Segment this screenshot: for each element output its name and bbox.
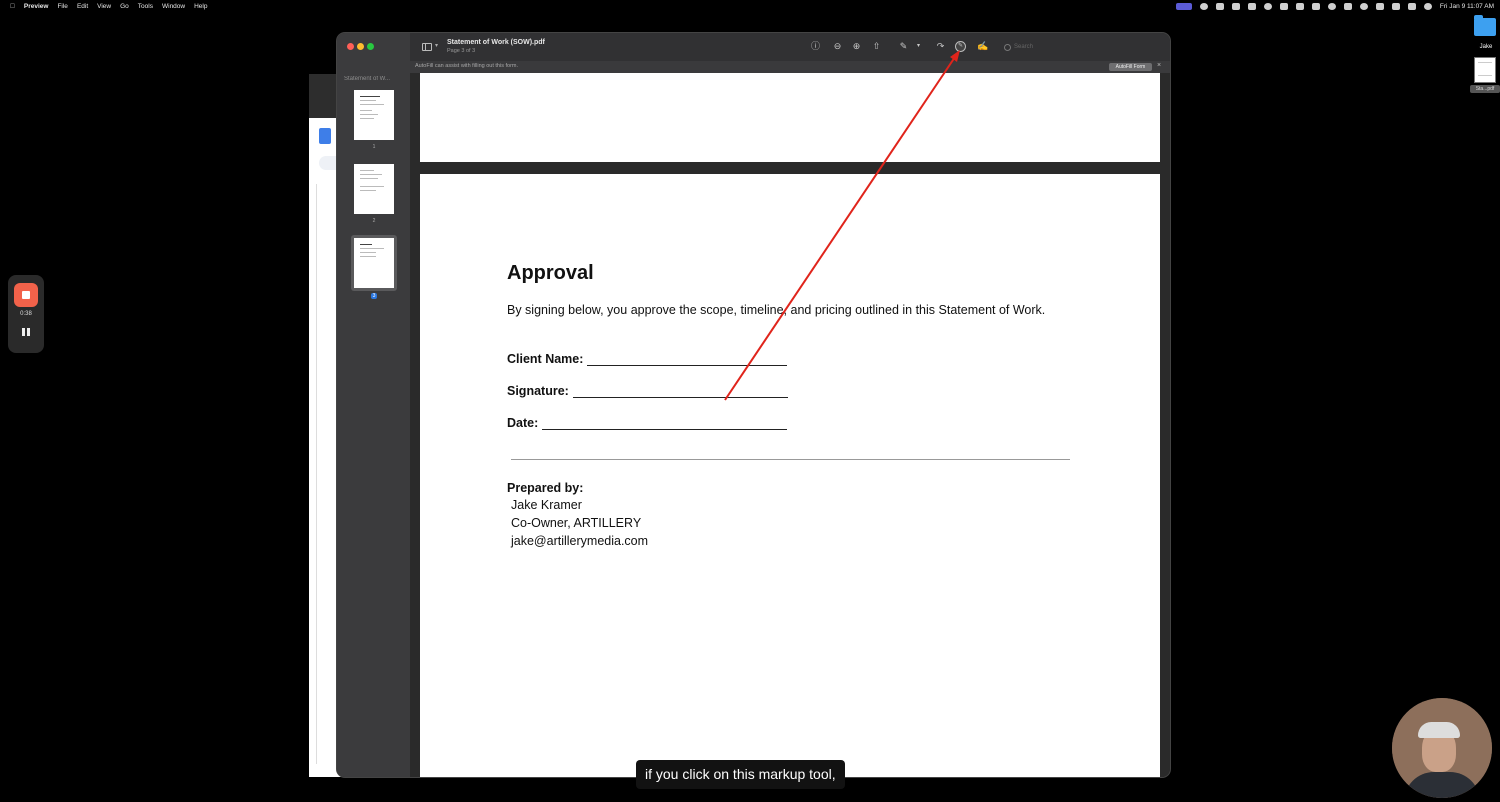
autofill-message: AutoFill can assist with filling out thi… (415, 63, 519, 69)
autofill-form-button[interactable]: AutoFill Form (1109, 63, 1152, 71)
info-icon[interactable]: ⓘ (810, 41, 821, 52)
recording-time: 0:38 (20, 311, 32, 317)
menu-window[interactable]: Window (162, 3, 185, 10)
zoom-out-icon[interactable]: ⊖ (832, 41, 843, 52)
date-field[interactable]: Date: (507, 416, 788, 430)
signature-line[interactable] (572, 385, 788, 398)
webcam-overlay (1392, 698, 1492, 798)
page-thumbnail-3[interactable] (354, 238, 394, 288)
wifi-icon[interactable] (1391, 2, 1400, 10)
chevron-down-icon[interactable]: ▾ (913, 41, 924, 52)
pen-icon[interactable]: ✎ (898, 41, 909, 52)
menu-file[interactable]: File (57, 3, 67, 10)
status-icon[interactable] (1215, 2, 1224, 10)
page-thumbnail-1[interactable] (354, 90, 394, 140)
menu-view[interactable]: View (97, 3, 111, 10)
screen-mirroring-icon[interactable] (1175, 2, 1192, 10)
thumbnail-sidebar: Statement of W... 1 2 3 (337, 33, 410, 777)
prepared-by-label: Prepared by: (507, 481, 584, 495)
menu-go[interactable]: Go (120, 3, 129, 10)
status-icon[interactable] (1199, 2, 1208, 10)
document-viewport[interactable]: Approval By signing below, you approve t… (410, 73, 1170, 777)
stop-recording-button[interactable] (14, 283, 38, 307)
client-name-field[interactable]: Client Name: (507, 352, 788, 366)
menu-edit[interactable]: Edit (77, 3, 88, 10)
status-icon[interactable] (1247, 2, 1256, 10)
date-line[interactable] (542, 417, 788, 430)
approval-paragraph: By signing below, you approve the scope,… (507, 303, 1046, 317)
client-name-line[interactable] (587, 353, 788, 366)
battery-icon[interactable] (1375, 2, 1384, 10)
menu-bar:  Preview File Edit View Go Tools Window… (0, 0, 1500, 12)
sidebar-title: Statement of W... (344, 76, 391, 82)
divider (511, 459, 1070, 460)
field-label: Date: (507, 416, 539, 430)
section-heading: Approval (507, 262, 594, 284)
page-indicator: Page 3 of 3 (447, 48, 476, 54)
document-title: Statement of Work (SOW).pdf (447, 39, 545, 46)
video-caption: if you click on this markup tool, (636, 760, 845, 789)
status-icon[interactable] (1295, 2, 1304, 10)
apple-menu-icon[interactable]:  (10, 3, 15, 10)
status-icon[interactable] (1231, 2, 1240, 10)
previous-page (420, 73, 1160, 162)
field-label: Signature: (507, 384, 569, 398)
siri-icon[interactable] (1423, 2, 1432, 10)
status-icon[interactable] (1327, 2, 1336, 10)
folder-icon[interactable] (1474, 15, 1496, 36)
thumbnail-number: 2 (372, 218, 376, 224)
ruler (309, 184, 317, 764)
signature-field[interactable]: Signature: (507, 384, 788, 398)
autofill-banner: AutoFill can assist with filling out thi… (410, 61, 1170, 73)
desktop-file-label: Sta...pdf (1470, 85, 1500, 93)
menu-tools[interactable]: Tools (138, 3, 153, 10)
status-icon[interactable] (1343, 2, 1352, 10)
share-icon[interactable]: ⇧ (871, 41, 882, 52)
zoom-window-button[interactable] (367, 43, 374, 50)
screen-recorder-widget: 0:38 (8, 275, 44, 353)
field-label: Client Name: (507, 352, 584, 366)
markup-icon[interactable]: ✎ (955, 41, 966, 52)
toolbar: ▾ Statement of Work (SOW).pdf Page 3 of … (410, 33, 1170, 61)
chevron-down-icon[interactable]: ▾ (435, 42, 438, 49)
status-icon[interactable] (1263, 2, 1272, 10)
google-docs-icon (319, 128, 331, 144)
zoom-in-icon[interactable]: ⊕ (851, 41, 862, 52)
rotate-icon[interactable]: ↷ (935, 41, 946, 52)
menu-clock[interactable]: Fri Jan 9 11:07 AM (1440, 3, 1494, 10)
preparer-title: Co-Owner, ARTILLERY (511, 516, 642, 530)
preparer-email: jake@artillerymedia.com (511, 534, 649, 548)
preview-window: Statement of W... 1 2 3 ▾ Statement of W… (337, 33, 1170, 777)
cloud-icon[interactable] (1279, 2, 1288, 10)
sidebar-toggle-icon[interactable] (422, 43, 432, 51)
control-center-icon[interactable] (1407, 2, 1416, 10)
thumbnail-number: 1 (372, 144, 376, 150)
page-thumbnail-2[interactable] (354, 164, 394, 214)
desktop-folder-label: Jake (1479, 44, 1493, 50)
current-page: Approval By signing below, you approve t… (420, 174, 1160, 777)
pdf-file-icon[interactable] (1474, 57, 1496, 83)
preparer-name: Jake Kramer (511, 498, 582, 512)
pause-icon[interactable] (21, 327, 31, 337)
clock-icon[interactable] (1359, 2, 1368, 10)
signature-icon[interactable]: ✍ (977, 41, 988, 52)
search-input[interactable]: Search (1002, 41, 1080, 53)
status-icon[interactable] (1311, 2, 1320, 10)
menu-help[interactable]: Help (194, 3, 207, 10)
close-window-button[interactable] (347, 43, 354, 50)
minimize-window-button[interactable] (357, 43, 364, 50)
close-icon[interactable]: × (1157, 62, 1161, 69)
thumbnail-number-selected: 3 (370, 293, 378, 299)
menu-app-name[interactable]: Preview (24, 3, 49, 10)
